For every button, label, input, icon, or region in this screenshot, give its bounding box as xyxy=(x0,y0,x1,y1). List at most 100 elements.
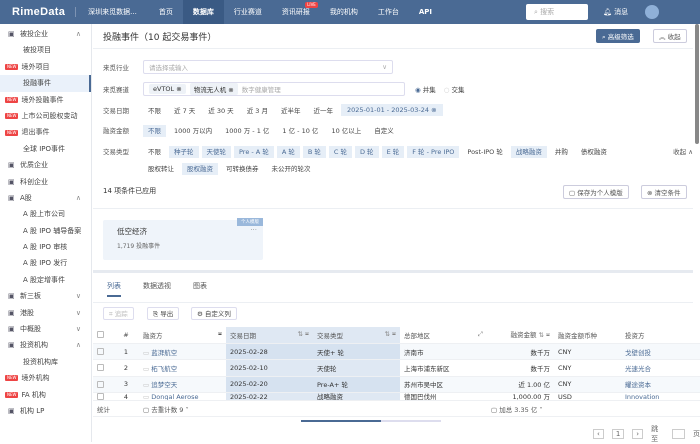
sidebar-item[interactable]: NEW 上市公司股权变动 xyxy=(0,108,91,124)
filter-option[interactable]: 可转换债券 xyxy=(221,163,264,175)
sidebar-item[interactable]: NEW 境外项目 xyxy=(0,59,91,75)
track-tag[interactable]: 物流无人机 ⊗ xyxy=(189,83,238,95)
filter-option[interactable]: 近 30 天 xyxy=(203,105,238,117)
col-currency[interactable]: 融资金额币种 xyxy=(554,327,621,344)
sum-total[interactable]: ▢ 加总 3.35 亿 ˅ xyxy=(487,400,554,418)
row-checkbox[interactable] xyxy=(93,392,113,402)
filter-option[interactable]: 自定义 xyxy=(369,125,399,137)
company-cell[interactable]: ▭ Dongal Aerose xyxy=(139,392,226,402)
col-amount[interactable]: 融资金额 ⇅ ⩸ xyxy=(487,327,554,344)
filter-option[interactable]: Post-IPO 轮 xyxy=(462,146,507,158)
col-region[interactable]: 总部地区 ⤢ xyxy=(400,327,487,344)
filter-option[interactable]: F 轮 - Pre IPO xyxy=(407,146,460,158)
sidebar-item[interactable]: ▣ A股 ∧ xyxy=(0,190,91,206)
table-row[interactable]: 4 ▭ Dongal Aerose 2025-02-22 战略融资 德国巴伐州 … xyxy=(93,392,700,402)
company-link[interactable]: Dongal Aerose xyxy=(151,393,198,399)
row-checkbox[interactable] xyxy=(93,359,113,377)
col-date[interactable]: 交易日期 ⇅ ⩸ xyxy=(226,327,313,344)
track-tag[interactable]: eVTOL ⊗ xyxy=(149,84,186,94)
sidebar-item[interactable]: ▣ 优质企业 xyxy=(0,157,91,173)
nav-home[interactable]: 首页 xyxy=(149,0,183,24)
chevron-icon[interactable]: ∧ xyxy=(76,190,81,206)
radio-union[interactable]: ◉ 并集 xyxy=(415,84,436,94)
sidebar-item[interactable]: NEW FA 机构 xyxy=(0,387,91,403)
horizontal-scrollbar[interactable] xyxy=(301,420,441,422)
tab-pivot[interactable]: 数据透视 xyxy=(143,281,171,297)
table-row[interactable]: 2 ▭ 柘飞航空 2025-02-10 天使轮 上海市浦东新区 数千万 CNY … xyxy=(93,359,700,377)
sidebar-item[interactable]: A 股 IPO 审核 xyxy=(0,239,91,255)
nav-workbench[interactable]: 工作台 xyxy=(368,0,409,24)
filter-option[interactable]: 10 亿以上 xyxy=(326,125,366,137)
sidebar-item[interactable]: ▣ 中概股 ∨ xyxy=(0,321,91,337)
filter-option[interactable]: 近 7 天 xyxy=(169,105,200,117)
save-template-button[interactable]: ▢ 保存为个人模版 xyxy=(563,185,629,199)
company-link[interactable]: 蓝湃航空 xyxy=(151,349,177,357)
sidebar-item[interactable]: ▣ 投资机构 ∧ xyxy=(0,337,91,353)
sidebar-item[interactable]: A 股定增事件 xyxy=(0,272,91,288)
select-all-checkbox[interactable] xyxy=(93,327,113,344)
collapse-button[interactable]: ︽ 收起 xyxy=(653,29,687,43)
avatar[interactable] xyxy=(645,5,659,19)
col-type[interactable]: 交易类型 ⇅ ⩸ xyxy=(313,327,400,344)
investor-link[interactable]: 戈壁创投 xyxy=(621,343,700,361)
col-company[interactable]: 融资方 ⩸ xyxy=(139,327,226,344)
type-collapse-button[interactable]: 收起 ∧ xyxy=(673,146,693,156)
expand-icon[interactable]: ⤢ xyxy=(478,330,483,339)
filter-option[interactable]: 不限 xyxy=(143,105,166,117)
filter-option[interactable]: 股权转让 xyxy=(143,163,179,175)
tab-chart[interactable]: 图表 xyxy=(193,281,207,297)
filter-icon[interactable]: ⩸ xyxy=(218,330,222,339)
page-number[interactable]: 1 xyxy=(611,429,625,439)
chevron-icon[interactable]: ∨ xyxy=(76,288,81,304)
custom-columns-button[interactable]: ⚙ 自定义列 xyxy=(191,307,237,320)
next-page-button[interactable]: › xyxy=(632,429,644,439)
sidebar-item[interactable]: 全球 IPO事件 xyxy=(0,141,91,157)
sidebar-item[interactable]: ▣ 被投企业 ∧ xyxy=(0,26,91,42)
goto-input[interactable] xyxy=(671,429,685,439)
more-icon[interactable]: ··· xyxy=(250,226,257,234)
logo[interactable]: RimeData xyxy=(0,6,75,18)
sidebar-item[interactable]: NEW 境外投融事件 xyxy=(0,92,91,108)
industry-select[interactable]: 请选择或输入 ∨ xyxy=(143,60,393,74)
filter-option[interactable]: 股权融资 xyxy=(182,163,218,175)
filter-option[interactable]: 1 亿 - 10 亿 xyxy=(277,125,323,137)
filter-option[interactable]: 并购 xyxy=(550,146,573,158)
company-cell[interactable]: ▭ 蓝湃航空 xyxy=(139,343,226,361)
nav-my-org[interactable]: 我的机构 xyxy=(320,0,368,24)
sort-icon[interactable]: ⇅ ⩸ xyxy=(539,331,550,339)
chevron-icon[interactable]: ∨ xyxy=(76,305,81,321)
close-icon[interactable]: ⊗ xyxy=(176,85,181,93)
vertical-scrollbar[interactable] xyxy=(695,24,699,144)
table-row[interactable]: 3 ▭ 追梦空天 2025-02-20 Pre-A+ 轮 苏州市吴中区 近 1.… xyxy=(93,376,700,394)
filter-option[interactable]: 近半年 xyxy=(276,105,306,117)
sidebar-item[interactable]: 被投项目 xyxy=(0,42,91,58)
export-button[interactable]: ⎘ 导出 xyxy=(147,307,180,320)
filter-option[interactable]: E 轮 xyxy=(381,146,405,158)
nav-news[interactable]: 资讯研报 LIVE xyxy=(272,0,320,24)
prev-page-button[interactable]: ‹ xyxy=(593,429,604,439)
investor-link[interactable]: 光速光合 xyxy=(621,359,700,377)
nav-database[interactable]: 数据库 xyxy=(182,0,224,24)
filter-option[interactable]: 1000 万 - 1 亿 xyxy=(220,125,274,137)
sidebar-item[interactable]: A 股 IPO 发行 xyxy=(0,255,91,271)
track-input[interactable]: eVTOL ⊗ 物流无人机 ⊗ 数字健康管理 xyxy=(143,82,405,96)
company-link[interactable]: 柘飞航空 xyxy=(151,365,177,373)
chevron-icon[interactable]: ∨ xyxy=(76,321,81,337)
sidebar-item[interactable]: ▣ 机构 LP xyxy=(0,403,91,419)
org-switcher[interactable]: 深圳来觅数据... xyxy=(75,7,149,17)
filter-option[interactable]: D 轮 xyxy=(354,146,379,158)
sidebar-item[interactable]: NEW 境外机构 xyxy=(0,370,91,386)
filter-option[interactable]: 近 3 月 xyxy=(242,105,273,117)
table-row[interactable]: 1 ▭ 蓝湃航空 2025-02-28 天使+ 轮 济南市 数千万 CNY 戈壁… xyxy=(93,343,700,361)
filter-option[interactable]: 不限 xyxy=(143,146,166,158)
sidebar-item[interactable]: A 股 IPO 辅导备案 xyxy=(0,223,91,239)
filter-option[interactable]: 未公开的轮次 xyxy=(267,163,316,175)
sidebar-item[interactable]: ▣ 科创企业 xyxy=(0,174,91,190)
tab-list[interactable]: 列表 xyxy=(107,281,121,297)
investor-link[interactable]: 耀途资本 xyxy=(621,376,700,394)
close-icon[interactable]: ⊗ xyxy=(228,86,233,94)
company-cell[interactable]: ▭ 追梦空天 xyxy=(139,376,226,394)
investor-link[interactable]: Innovation xyxy=(621,392,700,402)
filter-option[interactable]: 1000 万以内 xyxy=(169,125,217,137)
advanced-filter-button[interactable]: ⌕ 高级筛选 xyxy=(596,29,640,43)
